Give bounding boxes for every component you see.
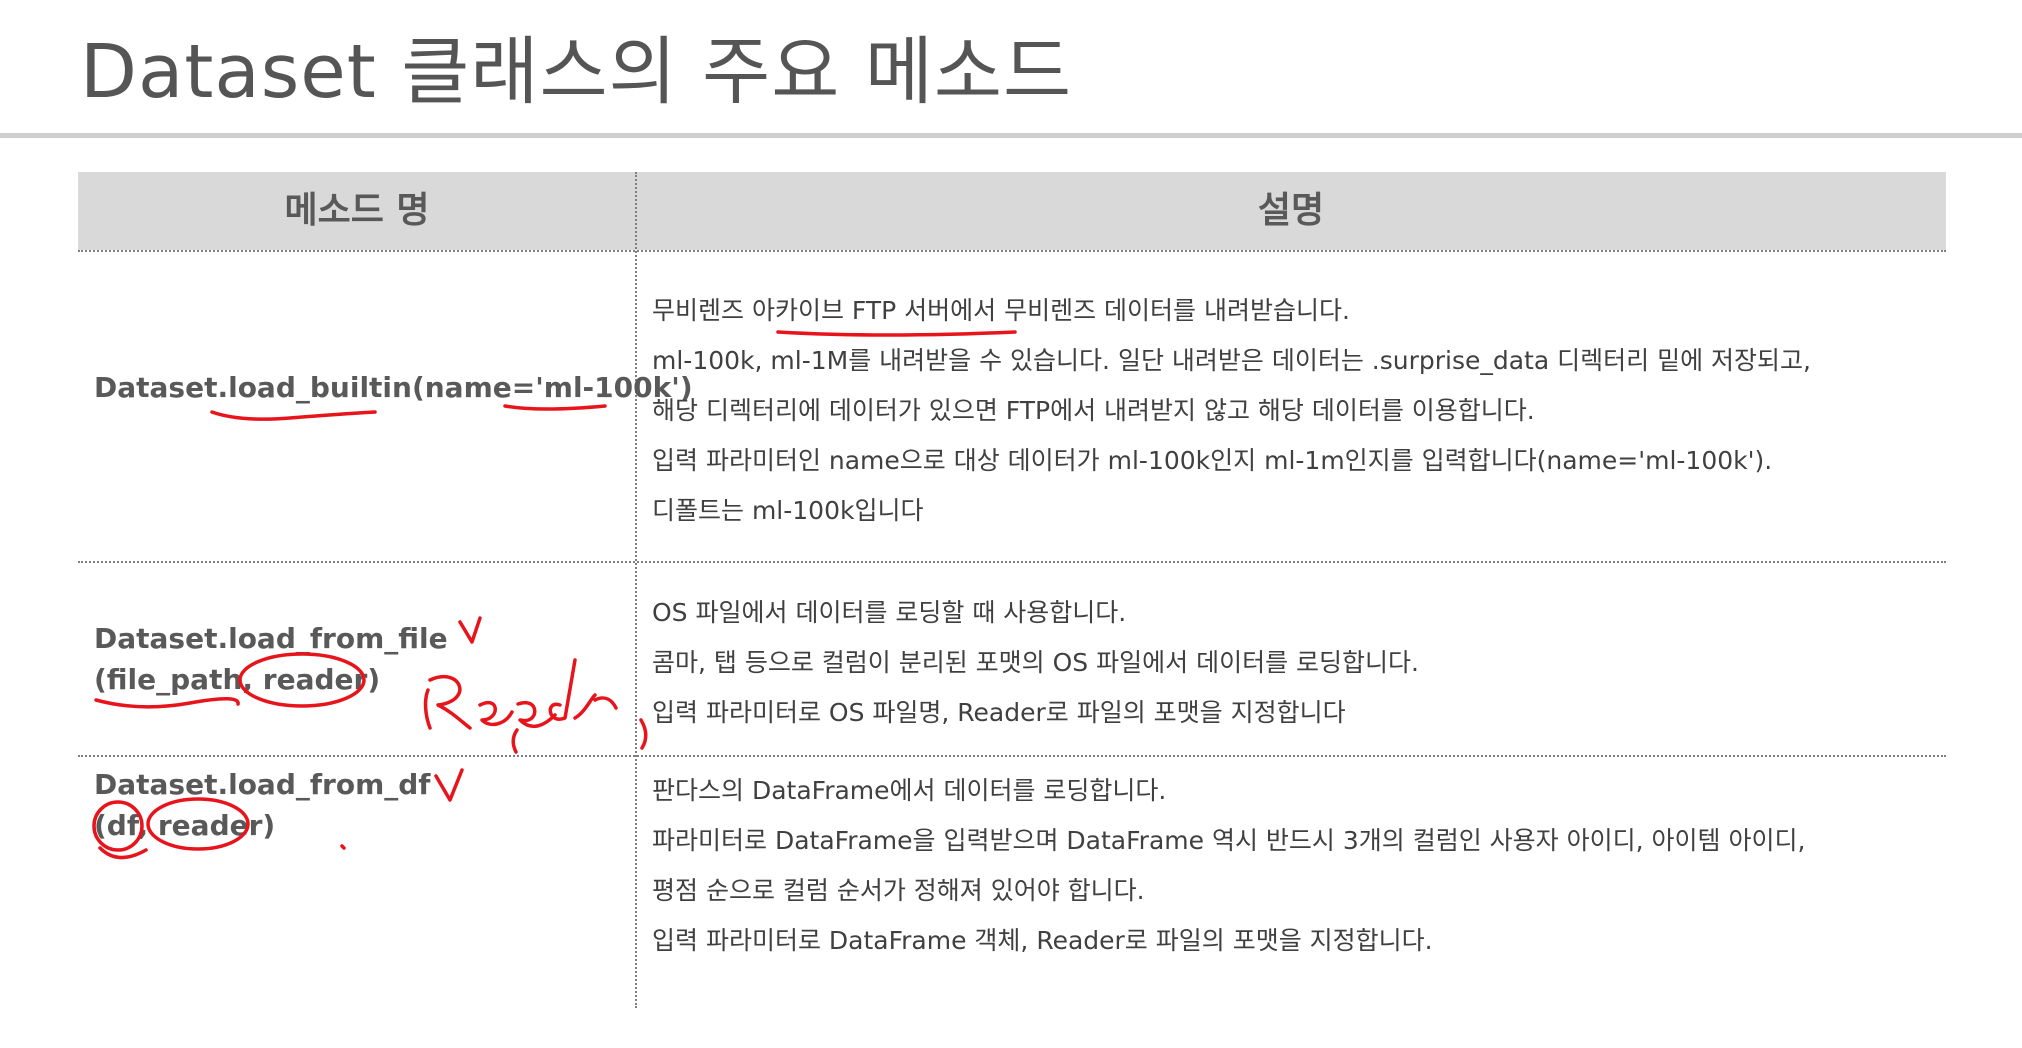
- description-list: 판다스의 DataFrame에서 데이터를 로딩합니다. 파라미터로 DataF…: [652, 766, 1942, 966]
- description-list: 무비렌즈 아카이브 FTP 서버에서 무비렌즈 데이터를 내려받습니다. ml-…: [652, 286, 1942, 536]
- row-divider: [78, 755, 1946, 757]
- description-line: 파라미터로 DataFrame을 입력받으며 DataFrame 역시 반드시 …: [652, 826, 1806, 855]
- description-line: ml-100k, ml-1M를 내려받을 수 있습니다. 일단 내려받은 데이터…: [652, 346, 1811, 375]
- description-line: 평점 순으로 컬럼 순서가 정해져 있어야 합니다.: [652, 876, 1145, 905]
- description-line: 콤마, 탭 등으로 컬럼이 분리된 포맷의 OS 파일에서 데이터를 로딩합니다…: [652, 648, 1419, 677]
- method-parameters: (df, reader): [94, 809, 276, 842]
- table-header-row: 메소드 명 설명: [78, 172, 1946, 250]
- header-description: 설명: [1257, 190, 1325, 231]
- description-line: 입력 파라미터로 DataFrame 객체, Reader로 파일의 포맷을 지…: [652, 926, 1433, 955]
- column-divider: [635, 172, 637, 1008]
- description-line: 입력 파라미터로 OS 파일명, Reader로 파일의 포맷을 지정합니다: [652, 698, 1346, 727]
- description-line: OS 파일에서 데이터를 로딩할 때 사용합니다.: [652, 598, 1127, 627]
- header-method-name: 메소드 명: [284, 190, 430, 231]
- method-name: Dataset.load_from_file (file_path, reade…: [94, 618, 634, 700]
- row-divider: [78, 561, 1946, 563]
- description-line: 해당 디렉터리에 데이터가 있으면 FTP에서 내려받지 않고 해당 데이터를 …: [652, 396, 1535, 425]
- method-name: Dataset.load_from_df (df, reader): [94, 764, 634, 846]
- description-line: 입력 파라미터인 name으로 대상 데이터가 ml-100k인지 ml-1m인…: [652, 446, 1773, 475]
- description-line: 무비렌즈 아카이브 FTP 서버에서 무비렌즈 데이터를 내려받습니다.: [652, 296, 1350, 325]
- description-line: 판다스의 DataFrame에서 데이터를 로딩합니다.: [652, 776, 1167, 805]
- method-signature: Dataset.load_builtin(name='ml-100k'): [94, 371, 693, 404]
- row-divider: [78, 250, 1946, 252]
- slide-title: Dataset 클래스의 주요 메소드: [80, 29, 1073, 115]
- description-line: 디폴트는 ml-100k입니다: [652, 496, 924, 525]
- title-divider: [0, 133, 2022, 138]
- method-signature: Dataset.load_from_file: [94, 622, 448, 655]
- description-list: OS 파일에서 데이터를 로딩할 때 사용합니다. 콤마, 탭 등으로 컬럼이 …: [652, 588, 1942, 738]
- methods-table: 메소드 명 설명 Dataset.load_builtin(name='ml-1…: [78, 172, 1946, 1008]
- method-signature: Dataset.load_from_df: [94, 768, 431, 801]
- method-parameters: (file_path, reader): [94, 663, 381, 696]
- method-name: Dataset.load_builtin(name='ml-100k'): [94, 367, 693, 408]
